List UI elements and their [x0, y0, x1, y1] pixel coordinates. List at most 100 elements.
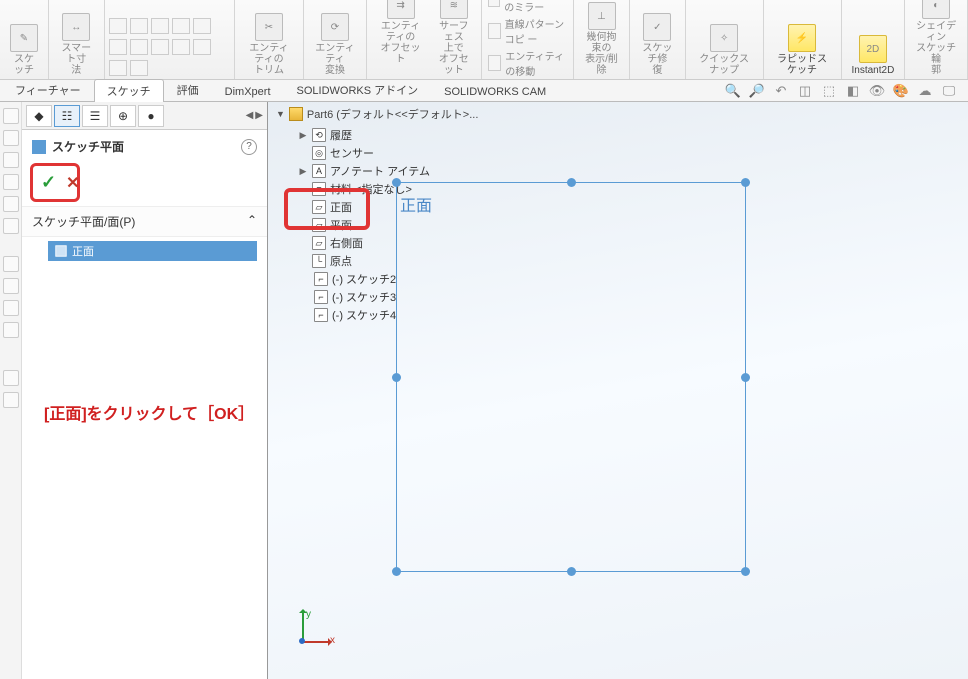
- annotations-icon: A: [312, 164, 326, 178]
- handle-tr[interactable]: [741, 178, 750, 187]
- tp-icon-11[interactable]: [3, 370, 19, 386]
- tp-icon-9[interactable]: [3, 300, 19, 316]
- offset-icon: ⇉: [387, 0, 415, 19]
- handle-bc[interactable]: [567, 567, 576, 576]
- tab-cam[interactable]: SOLIDWORKS CAM: [431, 82, 559, 101]
- config-manager-tab[interactable]: ☰: [82, 105, 108, 127]
- part-icon: [289, 107, 303, 121]
- heads-up-view-toolbar: 🔍 🔎 ↶ ◫ ⬚ ◧ 👁 🎨 ☁ 🖵: [724, 82, 958, 100]
- tab-dimxpert[interactable]: DimXpert: [212, 82, 284, 101]
- trim-cmd[interactable]: ✂ エンティティの トリム: [241, 11, 298, 78]
- tp-icon-12[interactable]: [3, 392, 19, 408]
- breadcrumb: ▼ Part6 (デフォルト<<デフォルト>...: [276, 106, 478, 122]
- tp-icon-7[interactable]: [3, 256, 19, 272]
- fillet-tool[interactable]: [109, 60, 127, 76]
- tp-view-palette-icon[interactable]: [3, 174, 19, 190]
- snap-cmd[interactable]: ✧ クイックスナップ: [692, 22, 757, 78]
- mirror-icon[interactable]: [488, 0, 500, 7]
- shading-cmd[interactable]: ◐ シェイディン スケッチ輪 郭: [911, 0, 961, 78]
- feature-manager-tab[interactable]: ◆: [26, 105, 52, 127]
- constraint-cmd[interactable]: ⊥ 幾何拘束の 表示/削除: [580, 0, 623, 78]
- rect-tool[interactable]: [172, 18, 190, 34]
- hide-show-icon[interactable]: 👁: [868, 82, 886, 100]
- property-manager-tab[interactable]: ☷: [54, 105, 80, 127]
- plane-icon: ▱: [312, 218, 326, 232]
- sketch-icon: ⌐: [314, 290, 328, 304]
- shading-icon: ◐: [922, 0, 950, 19]
- tp-appearances-icon[interactable]: [3, 196, 19, 212]
- polygon-tool[interactable]: [130, 39, 148, 55]
- prev-view-icon[interactable]: ↶: [772, 82, 790, 100]
- crumb-part[interactable]: Part6 (デフォルト<<デフォルト>...: [307, 106, 478, 122]
- tp-custom-props-icon[interactable]: [3, 218, 19, 234]
- convert-cmd[interactable]: ⟳ エンティティ 変換: [310, 11, 359, 78]
- circle-tool[interactable]: [130, 18, 148, 34]
- offset-cmd[interactable]: ⇉ エンティティの オフセット: [373, 0, 429, 78]
- section-view-icon[interactable]: ◫: [796, 82, 814, 100]
- selected-plane-graphic[interactable]: [396, 182, 746, 572]
- zoom-area-icon[interactable]: 🔎: [748, 82, 766, 100]
- graphics-viewport[interactable]: ▼ Part6 (デフォルト<<デフォルト>... ▶⟲履歴 ◎センサー ▶Aア…: [268, 102, 968, 679]
- tp-icon-10[interactable]: [3, 322, 19, 338]
- repair-cmd[interactable]: ✓ スケッチ修 復: [636, 11, 679, 78]
- history-icon: ⟲: [312, 128, 326, 142]
- tab-features[interactable]: フィーチャー: [2, 78, 94, 101]
- origin-icon: └: [312, 254, 326, 268]
- spline-tool[interactable]: [193, 18, 211, 34]
- dimxpert-manager-tab[interactable]: ⊕: [110, 105, 136, 127]
- reference-triad[interactable]: y x: [282, 611, 332, 661]
- scene-icon[interactable]: ☁: [916, 82, 934, 100]
- surf-offset-cmd[interactable]: ≋ サーフェス 上で オフセット: [432, 0, 475, 78]
- rapid-sketch-cmd[interactable]: ⚡ ラピッドスケッチ: [770, 22, 835, 78]
- handle-ml[interactable]: [392, 373, 401, 382]
- tp-icon-8[interactable]: [3, 278, 19, 294]
- ok-button[interactable]: ✓: [41, 172, 56, 193]
- tp-resources-icon[interactable]: [3, 108, 19, 124]
- smart-dim-cmd[interactable]: ↔ スマート寸 法: [55, 11, 98, 78]
- appearance-icon[interactable]: 🎨: [892, 82, 910, 100]
- trim-icon: ✂: [255, 13, 283, 41]
- view-orient-icon[interactable]: ⬚: [820, 82, 838, 100]
- axis-y-label: y: [306, 609, 311, 620]
- handle-mr[interactable]: [741, 373, 750, 382]
- handle-bl[interactable]: [392, 567, 401, 576]
- selected-plane[interactable]: 正面: [48, 241, 257, 261]
- handle-tl[interactable]: [392, 178, 401, 187]
- tree-history[interactable]: ▶⟲履歴: [282, 126, 430, 144]
- next-page[interactable]: ▶: [255, 110, 263, 121]
- repair-icon: ✓: [643, 13, 671, 41]
- text-tool[interactable]: [172, 39, 190, 55]
- tab-sketch[interactable]: スケッチ: [94, 79, 164, 102]
- zoom-fit-icon[interactable]: 🔍: [724, 82, 742, 100]
- chamfer-tool[interactable]: [130, 60, 148, 76]
- plane-icon: [32, 140, 46, 154]
- cancel-button[interactable]: ✕: [66, 173, 79, 193]
- material-icon: ≡: [312, 182, 326, 196]
- ellipse-tool[interactable]: [151, 39, 169, 55]
- instant2d-cmd[interactable]: 2D Instant2D: [848, 33, 899, 78]
- crumb-expand-icon[interactable]: ▼: [276, 109, 285, 119]
- prev-page[interactable]: ◀: [246, 110, 254, 121]
- slot-tool[interactable]: [109, 39, 127, 55]
- pattern-icon[interactable]: [488, 23, 501, 39]
- collapse-icon[interactable]: ⌃: [247, 213, 257, 230]
- move-icon[interactable]: [488, 55, 501, 71]
- display-style-icon[interactable]: ◧: [844, 82, 862, 100]
- line-tool[interactable]: [109, 18, 127, 34]
- point-tool[interactable]: [193, 39, 211, 55]
- tp-file-explorer-icon[interactable]: [3, 152, 19, 168]
- instant2d-icon: 2D: [859, 35, 887, 63]
- section-sketch-plane[interactable]: スケッチ平面/面(P) ⌃: [22, 206, 267, 237]
- tp-design-lib-icon[interactable]: [3, 130, 19, 146]
- handle-tc[interactable]: [567, 178, 576, 187]
- tree-annotations[interactable]: ▶Aアノテート アイテム: [282, 162, 430, 180]
- handle-br[interactable]: [741, 567, 750, 576]
- display-manager-tab[interactable]: ●: [138, 105, 164, 127]
- sketch-cmd[interactable]: ✎ スケッチ: [6, 22, 42, 78]
- help-icon[interactable]: ?: [241, 139, 257, 155]
- view-settings-icon[interactable]: 🖵: [940, 82, 958, 100]
- tab-addins[interactable]: SOLIDWORKS アドイン: [284, 78, 432, 101]
- arc-tool[interactable]: [151, 18, 169, 34]
- tab-evaluate[interactable]: 評価: [164, 78, 212, 101]
- tree-sensors[interactable]: ◎センサー: [282, 144, 430, 162]
